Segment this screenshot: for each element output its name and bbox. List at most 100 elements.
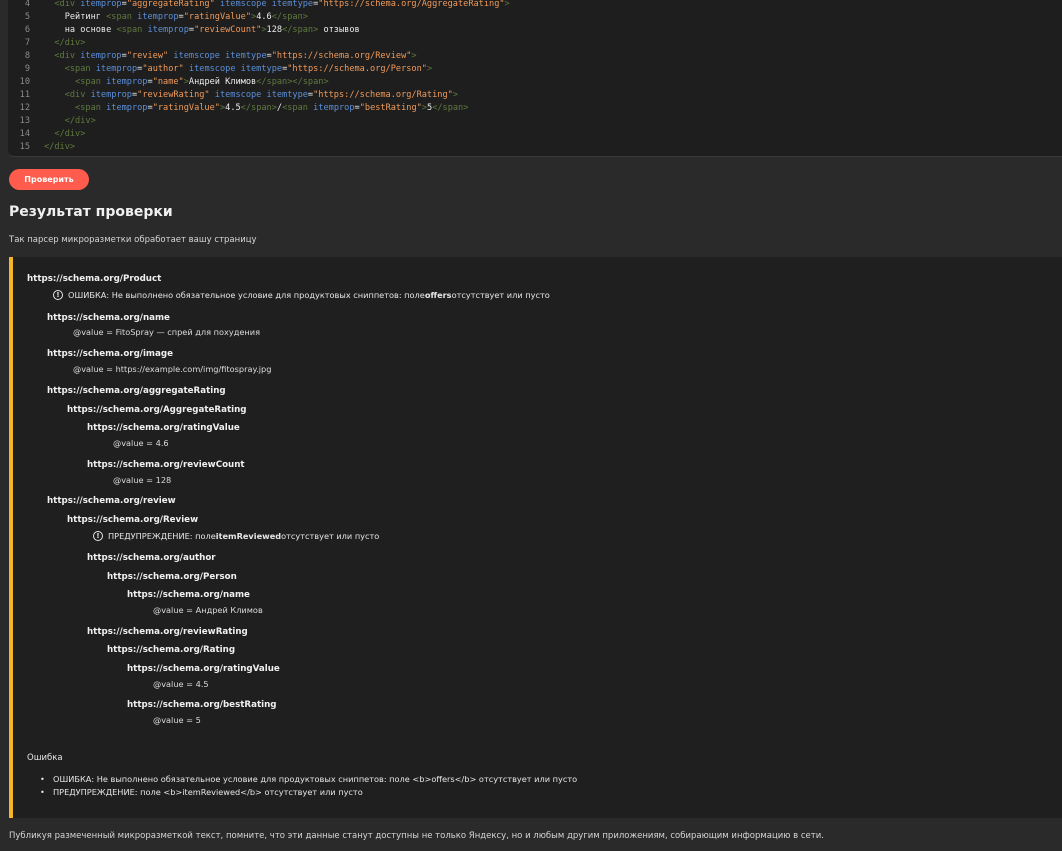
code-token: отзывов	[318, 25, 360, 35]
check-button[interactable]: Проверить	[9, 169, 89, 190]
message-text: ПРЕДУПРЕЖДЕНИЕ: поле	[108, 531, 216, 541]
code-token: на основе	[44, 25, 117, 35]
message-text: отсутствует или пусто	[281, 531, 380, 541]
code-token: >	[504, 0, 510, 9]
schema-node: https://schema.org/name	[47, 313, 170, 323]
code-token: </div>	[44, 129, 86, 139]
code-token: itemprop	[95, 64, 138, 74]
code-token: itemprop	[313, 103, 355, 113]
code-token: <span	[44, 77, 107, 87]
schema-value: @value = 5	[153, 715, 201, 725]
schema-node: https://schema.org/reviewRating	[87, 627, 248, 637]
result-title: Результат проверки	[9, 204, 173, 220]
line-number: 15	[19, 142, 30, 152]
code-token: <span	[44, 103, 107, 113]
code-token: itemprop	[80, 0, 122, 9]
code-token: itemscope itemtype	[168, 51, 267, 61]
code-token: <div	[44, 51, 81, 61]
code-line: 10 <span itemprop="name">Андрей Климов</…	[8, 76, 329, 89]
code-token: "https://schema.org/Rating"	[313, 90, 453, 100]
line-number: 10	[19, 77, 30, 87]
schema-node: https://schema.org/image	[47, 349, 173, 359]
code-line: 15 </div>	[8, 141, 75, 154]
code-token: itemprop	[147, 25, 189, 35]
code-token: itemscope itemtype	[214, 0, 314, 9]
code-token: >	[452, 90, 458, 100]
line-number: 9	[24, 64, 30, 74]
message-field: itemReviewed	[215, 531, 282, 541]
line-number: 5	[24, 12, 30, 22]
schema-node: https://schema.org/reviewCount	[87, 460, 245, 470]
code-token: <span	[44, 64, 96, 74]
code-token: itemscope itemtype	[183, 64, 283, 74]
schema-node: https://schema.org/ratingValue	[127, 664, 280, 674]
code-token: </div>	[44, 116, 96, 126]
code-token: "review"	[126, 51, 169, 61]
code-token: 128	[266, 25, 283, 35]
code-token: Андрей Климов	[188, 77, 257, 87]
code-token: Рейтинг	[44, 12, 107, 22]
code-line: 5 Рейтинг <span itemprop="ratingValue">4…	[8, 11, 308, 24]
code-token: </span></span>	[256, 77, 329, 87]
message-text: ОШИБКА: Не выполнено обязательное услови…	[68, 290, 425, 300]
code-editor[interactable]: 4 <div itemprop="aggregateRating" itemsc…	[8, 0, 1062, 157]
error-item: ПРЕДУПРЕЖДЕНИЕ: поле <b>itemReviewed</b>…	[33, 786, 577, 799]
code-token: <span	[116, 25, 148, 35]
info-circle-icon: !	[93, 531, 103, 541]
info-circle-icon: !	[53, 290, 63, 300]
code-line: 9 <span itemprop="author" itemscope item…	[8, 63, 432, 76]
schema-node: https://schema.org/AggregateRating	[67, 405, 247, 415]
code-token: >	[426, 64, 433, 74]
schema-value: @value = 4.6	[113, 438, 169, 448]
code-line: 4 <div itemprop="aggregateRating" itemsc…	[8, 0, 510, 11]
footer-note: Публикуя размеченный микроразметкой текс…	[9, 831, 824, 841]
code-token: >	[411, 51, 417, 61]
schema-node: https://schema.org/Product	[27, 274, 162, 284]
validation-message: ! ПРЕДУПРЕЖДЕНИЕ: поле itemReviewed отсут…	[93, 531, 379, 541]
schema-node: https://schema.org/author	[87, 553, 216, 563]
schema-value: @value = Андрей Климов	[153, 605, 263, 615]
line-number: 8	[24, 51, 30, 61]
code-token: </span>	[271, 12, 308, 22]
code-token: "bestRating"	[359, 103, 422, 113]
code-line: 6 на основе <span itemprop="reviewCount"…	[8, 24, 360, 37]
code-token: "ratingValue"	[152, 103, 220, 113]
errors-list: ОШИБКА: Не выполнено обязательное услови…	[33, 773, 577, 799]
code-token: itemprop	[106, 77, 148, 87]
line-number: 4	[24, 0, 30, 9]
line-number: 12	[19, 103, 30, 113]
schema-value: @value = https://example.com/img/fitospr…	[73, 364, 272, 374]
line-number: 7	[24, 38, 30, 48]
line-number: 13	[19, 116, 30, 126]
message-field: offers	[424, 290, 452, 300]
errors-heading: Ошибка	[27, 753, 63, 763]
error-item: ОШИБКА: Не выполнено обязательное услови…	[33, 773, 577, 786]
code-line: 11 <div itemprop="reviewRating" itemscop…	[8, 89, 458, 102]
code-token: "https://schema.org/Review"	[271, 51, 412, 61]
code-token: "reviewRating"	[137, 90, 210, 100]
code-token: 4.5	[225, 103, 241, 113]
code-token: "author"	[142, 64, 184, 74]
code-token: <span	[106, 12, 138, 22]
code-line: 13 </div>	[8, 115, 96, 128]
schema-node: https://schema.org/Review	[67, 515, 199, 525]
schema-value: @value = 128	[113, 475, 172, 485]
schema-node: https://schema.org/review	[47, 496, 176, 506]
code-token: itemprop	[106, 103, 148, 113]
line-number: 11	[19, 90, 30, 100]
result-subtitle: Так парсер микроразметки обработает вашу…	[9, 235, 257, 245]
code-token: "https://schema.org/AggregateRating"	[318, 0, 505, 9]
result-panel: Ошибка ОШИБКА: Не выполнено обязательное…	[9, 257, 1062, 818]
line-number: 6	[24, 25, 30, 35]
code-line: 12 <span itemprop="ratingValue">4.5</spa…	[8, 102, 469, 115]
schema-node: https://schema.org/Rating	[107, 645, 236, 655]
code-token: itemprop	[90, 90, 132, 100]
code-token: </span>	[432, 103, 469, 113]
schema-node: https://schema.org/ratingValue	[87, 423, 240, 433]
schema-node: https://schema.org/Person	[107, 572, 237, 582]
code-token: <div	[44, 90, 91, 100]
schema-value: @value = 4.5	[153, 679, 209, 689]
code-token: itemprop	[137, 12, 179, 22]
code-token: "name"	[152, 77, 184, 87]
code-token: </span>	[240, 103, 277, 113]
